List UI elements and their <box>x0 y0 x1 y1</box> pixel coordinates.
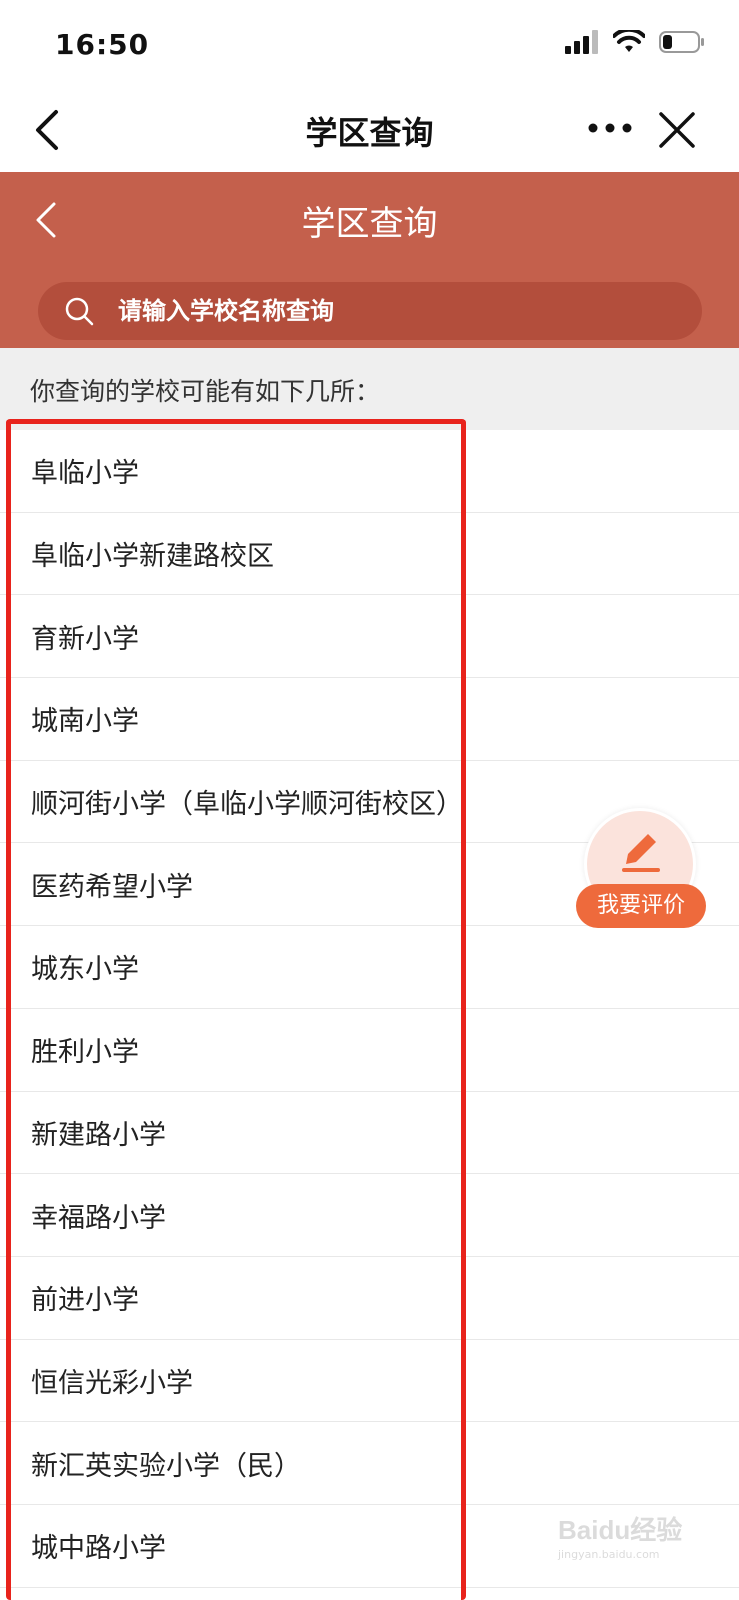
list-item[interactable]: 幸福路小学 <box>0 1174 739 1257</box>
result-hint-bar: 你查询的学校可能有如下几所： <box>0 348 739 430</box>
watermark-url: jingyan.baidu.com <box>558 1548 660 1561</box>
school-list: 阜临小学 阜临小学新建路校区 育新小学 城南小学 顺河街小学（阜临小学顺河街校区… <box>0 430 739 1588</box>
school-name: 新汇英实验小学（民） <box>31 1450 301 1482</box>
list-item[interactable]: 胜利小学 <box>0 1008 739 1092</box>
status-bar: 16:50 <box>0 0 739 88</box>
list-item[interactable]: 恒信光彩小学 <box>0 1339 739 1423</box>
status-icons <box>565 30 705 54</box>
list-item[interactable]: 阜临小学 <box>0 430 739 513</box>
school-name: 城中路小学 <box>31 1533 166 1565</box>
watermark-logo: Baidu经验 <box>558 1515 683 1545</box>
more-options-icon[interactable] <box>585 108 635 148</box>
school-name: 医药希望小学 <box>31 871 193 903</box>
rate-button-label: 我要评价 <box>576 884 706 928</box>
close-icon[interactable] <box>655 108 699 152</box>
school-name: 幸福路小学 <box>31 1202 166 1234</box>
status-time: 16:50 <box>55 28 150 61</box>
page-header: 学区查询 <box>0 172 739 348</box>
school-name: 城南小学 <box>31 706 139 738</box>
wifi-icon <box>613 30 645 52</box>
list-item[interactable]: 育新小学 <box>0 595 739 679</box>
result-hint-text: 你查询的学校可能有如下几所： <box>30 377 381 406</box>
rate-button[interactable]: 我要评价 <box>576 808 706 928</box>
school-name: 阜临小学新建路校区 <box>31 541 274 573</box>
pencil-icon <box>622 834 660 872</box>
battery-icon <box>659 31 704 53</box>
list-item[interactable]: 城东小学 <box>0 926 739 1009</box>
school-name: 城东小学 <box>31 954 139 986</box>
school-name: 顺河街小学（阜临小学顺河街校区） <box>31 789 463 821</box>
list-item[interactable]: 前进小学 <box>0 1256 739 1340</box>
search-bar[interactable] <box>38 282 702 340</box>
wechat-nav-bar: 学区查询 <box>0 88 739 172</box>
list-item[interactable]: 城南小学 <box>0 678 739 761</box>
school-name: 育新小学 <box>31 623 139 655</box>
search-input[interactable] <box>118 282 678 340</box>
school-name: 胜利小学 <box>31 1037 139 1069</box>
school-name: 阜临小学 <box>31 458 139 490</box>
school-name: 恒信光彩小学 <box>31 1367 193 1399</box>
school-name: 新建路小学 <box>31 1119 166 1151</box>
baidu-watermark: Baidu经验 jingyan.baidu.com <box>558 1510 708 1566</box>
school-name: 前进小学 <box>31 1285 139 1317</box>
signal-icon <box>565 30 598 54</box>
list-item[interactable]: 新建路小学 <box>0 1091 739 1175</box>
page-title: 学区查询 <box>301 204 438 244</box>
search-icon <box>65 297 94 326</box>
list-item[interactable]: 新汇英实验小学（民） <box>0 1422 739 1505</box>
list-item[interactable]: 阜临小学新建路校区 <box>0 512 739 596</box>
